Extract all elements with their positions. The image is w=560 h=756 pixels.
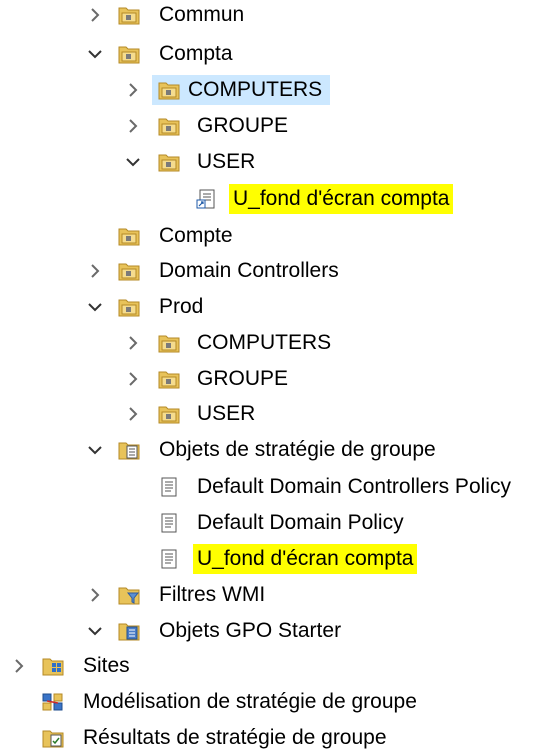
tree-node-label[interactable]: Default Domain Controllers Policy — [193, 472, 515, 502]
tree-node-label[interactable]: Objets de stratégie de groupe — [155, 435, 440, 465]
chevron-down-icon[interactable] — [86, 296, 104, 318]
chevron-right-icon[interactable] — [124, 115, 142, 137]
chevron-right-icon[interactable] — [124, 368, 142, 390]
wmi-filter-folder-icon — [118, 585, 140, 605]
tree-node-gpo-u-fond-ecran[interactable]: U_fond d'écran compta — [0, 541, 560, 577]
chevron-right-icon[interactable] — [124, 403, 142, 425]
tree-node-label[interactable]: U_fond d'écran compta — [193, 544, 418, 574]
chevron-right-icon[interactable] — [86, 260, 104, 282]
ou-folder-icon — [118, 226, 140, 246]
tree-node-label[interactable]: Modélisation de stratégie de groupe — [79, 687, 421, 717]
gpo-link-icon — [196, 189, 218, 209]
tree-node-gp-modeling[interactable]: Modélisation de stratégie de groupe — [0, 684, 560, 720]
tree-node-compta[interactable]: Compta — [0, 36, 560, 72]
tree-node-compta-user[interactable]: USER — [0, 144, 560, 180]
tree-node-label[interactable]: Objets GPO Starter — [155, 616, 345, 646]
tree-node-label[interactable]: Résultats de stratégie de groupe — [79, 723, 391, 753]
chevron-right-icon[interactable] — [124, 332, 142, 354]
tree-node-prod-groupe[interactable]: GROUPE — [0, 361, 560, 397]
ou-folder-icon — [118, 297, 140, 317]
tree-node-label[interactable]: GROUPE — [193, 111, 292, 141]
gpo-document-icon — [158, 477, 180, 497]
tree-node-label[interactable]: Domain Controllers — [155, 256, 343, 286]
ou-folder-icon — [158, 333, 180, 353]
tree-node-label[interactable]: USER — [193, 147, 259, 177]
chevron-down-icon[interactable] — [86, 439, 104, 461]
tree-node-gp-results[interactable]: Résultats de stratégie de groupe — [0, 720, 560, 756]
ou-folder-icon — [158, 369, 180, 389]
chevron-down-icon[interactable] — [86, 43, 104, 65]
sites-folder-icon — [42, 656, 64, 676]
tree-node-label[interactable]: Sites — [79, 651, 134, 681]
tree-node-label[interactable]: COMPUTERS — [193, 328, 335, 358]
ou-folder-icon — [118, 261, 140, 281]
tree-node-label[interactable]: USER — [193, 399, 259, 429]
ou-folder-icon — [158, 404, 180, 424]
tree-node-label[interactable]: U_fond d'écran compta — [229, 184, 454, 214]
tree-node-label[interactable]: Compta — [155, 39, 237, 69]
tree-node-wmi-filters[interactable]: Filtres WMI — [0, 577, 560, 613]
tree-node-gpo-default-domain-policy[interactable]: Default Domain Policy — [0, 505, 560, 541]
tree-node-compta-computers[interactable]: COMPUTERS — [0, 72, 560, 108]
chevron-right-icon[interactable] — [86, 584, 104, 606]
tree-node-domain-controllers[interactable]: Domain Controllers — [0, 253, 560, 289]
tree-node-commun[interactable]: Commun — [0, 0, 560, 33]
chevron-right-icon[interactable] — [86, 4, 104, 26]
ou-folder-icon — [118, 44, 140, 64]
gpo-document-icon — [158, 513, 180, 533]
tree-node-compte[interactable]: Compte — [0, 218, 560, 254]
tree-node-prod-computers[interactable]: COMPUTERS — [0, 325, 560, 361]
gpmc-tree-view: Commun Compta COMPUTERS GROUPE USER U_fo… — [0, 0, 560, 755]
tree-node-prod-user[interactable]: USER — [0, 396, 560, 432]
tree-node-starter-gpos[interactable]: Objets GPO Starter — [0, 613, 560, 649]
tree-node-sites[interactable]: Sites — [0, 648, 560, 684]
tree-node-label[interactable]: Commun — [155, 0, 248, 30]
tree-node-compta-groupe[interactable]: GROUPE — [0, 108, 560, 144]
chevron-right-icon[interactable] — [124, 79, 142, 101]
ou-folder-icon — [158, 116, 180, 136]
gp-modeling-icon — [42, 692, 64, 712]
chevron-down-icon[interactable] — [86, 620, 104, 642]
tree-node-label[interactable]: Filtres WMI — [155, 580, 269, 610]
tree-node-label[interactable]: Compte — [155, 221, 237, 251]
tree-node-gpo-container[interactable]: Objets de stratégie de groupe — [0, 432, 560, 468]
starter-gpo-folder-icon — [118, 621, 140, 641]
gpo-folder-icon — [118, 440, 140, 460]
tree-node-label[interactable]: Prod — [155, 292, 207, 322]
tree-node-gpo-link[interactable]: U_fond d'écran compta — [0, 181, 560, 217]
tree-node-label[interactable]: Default Domain Policy — [193, 508, 408, 538]
ou-folder-icon — [158, 152, 180, 172]
ou-folder-icon — [158, 80, 180, 100]
tree-node-gpo-default-dc-policy[interactable]: Default Domain Controllers Policy — [0, 469, 560, 505]
ou-folder-icon — [118, 5, 140, 25]
tree-node-prod[interactable]: Prod — [0, 289, 560, 325]
chevron-down-icon[interactable] — [124, 151, 142, 173]
chevron-right-icon[interactable] — [10, 655, 28, 677]
gpo-document-icon — [158, 549, 180, 569]
gp-results-icon — [42, 728, 64, 748]
tree-node-label[interactable]: GROUPE — [193, 364, 292, 394]
